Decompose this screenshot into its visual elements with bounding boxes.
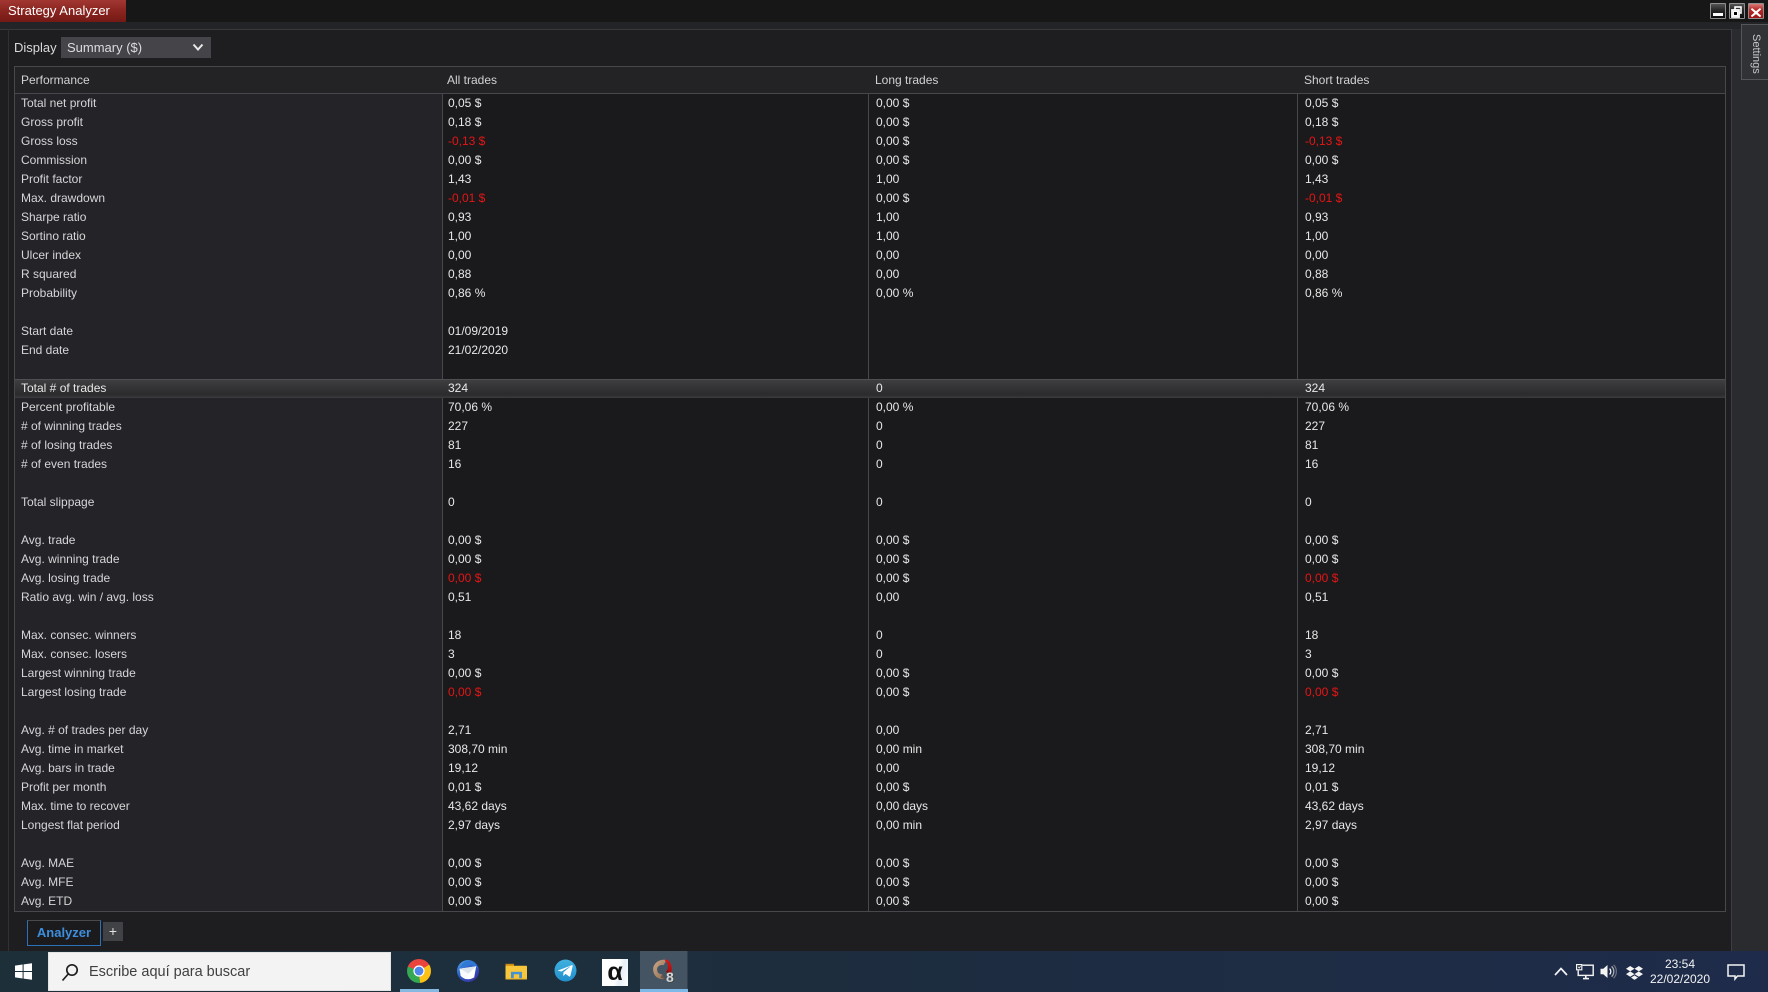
svg-text:8: 8 xyxy=(666,969,674,985)
